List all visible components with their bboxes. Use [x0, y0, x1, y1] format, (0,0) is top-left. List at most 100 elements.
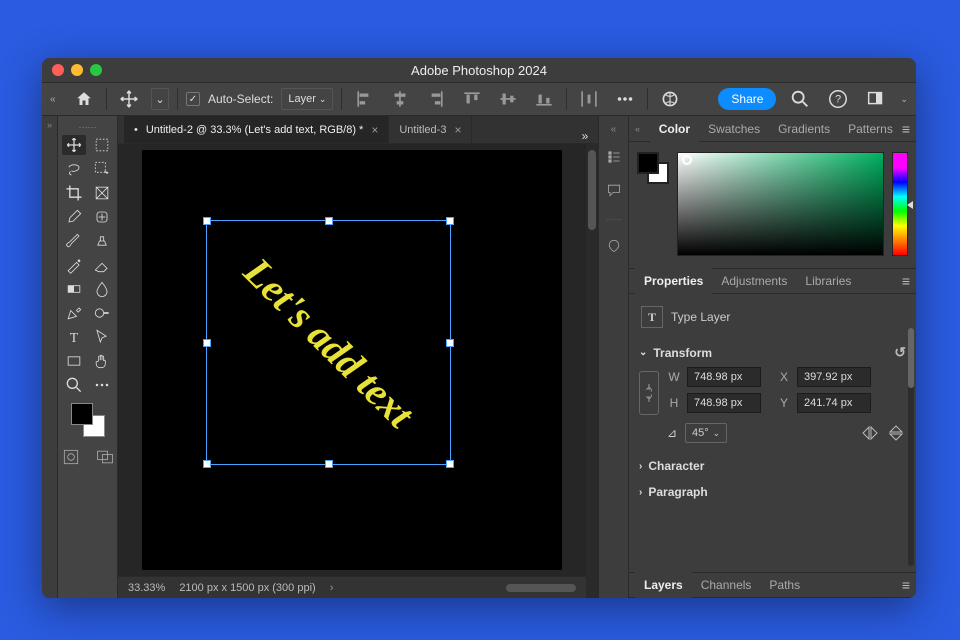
- workspace-switcher-icon[interactable]: [862, 88, 890, 110]
- edit-toolbar-icon[interactable]: [90, 375, 114, 395]
- horizontal-scrollbar[interactable]: [506, 584, 576, 592]
- color-panel: [629, 142, 916, 268]
- quick-mask-icon[interactable]: [59, 447, 83, 467]
- tab-swatches[interactable]: Swatches: [699, 116, 769, 142]
- frame-tool[interactable]: [90, 183, 114, 203]
- gradient-tool[interactable]: [62, 279, 86, 299]
- blur-tool[interactable]: [90, 279, 114, 299]
- canvas[interactable]: Let's add text: [118, 144, 586, 576]
- text-layer-content[interactable]: Let's add text: [234, 248, 423, 437]
- flip-vertical-icon[interactable]: [886, 423, 906, 443]
- distribute-spacing-icon[interactable]: [575, 88, 603, 110]
- tab-properties[interactable]: Properties: [635, 268, 712, 294]
- document-info[interactable]: 2100 px x 1500 px (300 ppi): [179, 582, 315, 594]
- align-left-edges-icon[interactable]: [350, 88, 378, 110]
- clone-stamp-tool[interactable]: [90, 231, 114, 251]
- auto-select-checkbox[interactable]: ✓: [186, 92, 200, 106]
- document-tab[interactable]: • Untitled-2 @ 33.3% (Let's add text, RG…: [124, 116, 389, 143]
- close-window-icon[interactable]: [52, 64, 64, 76]
- pen-tool[interactable]: [62, 303, 86, 323]
- tab-color[interactable]: Color: [650, 116, 699, 142]
- comments-panel-icon[interactable]: [606, 182, 622, 201]
- eyedropper-tool[interactable]: [62, 207, 86, 227]
- workspace-chevron-icon[interactable]: ⌄: [900, 94, 908, 105]
- libraries-panel-icon[interactable]: [606, 238, 622, 257]
- home-button[interactable]: [70, 88, 98, 110]
- collapse-left-icon[interactable]: «: [50, 94, 62, 105]
- share-button[interactable]: Share: [718, 88, 776, 110]
- align-vertical-centers-icon[interactable]: [494, 88, 522, 110]
- zoom-tool[interactable]: [62, 375, 86, 395]
- help-icon[interactable]: ?: [824, 88, 852, 110]
- auto-select-target-dropdown[interactable]: Layer⌄: [281, 88, 333, 110]
- dodge-tool[interactable]: [90, 303, 114, 323]
- tab-layers[interactable]: Layers: [635, 572, 692, 598]
- tab-patterns[interactable]: Patterns: [839, 116, 902, 142]
- brush-tool[interactable]: [62, 231, 86, 251]
- character-section-header[interactable]: › Character: [639, 453, 906, 479]
- width-input[interactable]: 748.98 px: [687, 367, 761, 387]
- text-tool[interactable]: T: [62, 327, 86, 347]
- reset-transform-icon[interactable]: ↺: [894, 344, 906, 361]
- align-horizontal-centers-icon[interactable]: [386, 88, 414, 110]
- path-select-tool[interactable]: [90, 327, 114, 347]
- 3d-mode-icon[interactable]: [656, 88, 684, 110]
- x-input[interactable]: 397.92 px: [797, 367, 871, 387]
- panel-collapse-icon[interactable]: «: [635, 124, 650, 134]
- tab-paths[interactable]: Paths: [760, 572, 809, 598]
- tab-overflow-icon[interactable]: »: [572, 129, 598, 143]
- align-right-edges-icon[interactable]: [422, 88, 450, 110]
- panel-menu-icon[interactable]: ≡: [902, 121, 910, 137]
- angle-input[interactable]: 45°⌄: [685, 423, 727, 443]
- history-panel-icon[interactable]: [606, 149, 622, 168]
- zoom-level[interactable]: 33.33%: [128, 582, 165, 594]
- crop-tool[interactable]: [62, 183, 86, 203]
- align-bottom-edges-icon[interactable]: [530, 88, 558, 110]
- vertical-scrollbar[interactable]: [586, 144, 598, 598]
- more-options-icon[interactable]: [611, 88, 639, 110]
- search-icon[interactable]: [786, 88, 814, 110]
- status-flyout-icon[interactable]: ›: [330, 582, 334, 594]
- properties-scrollbar[interactable]: [908, 328, 914, 566]
- marquee-tool[interactable]: [90, 135, 114, 155]
- screen-mode-icon[interactable]: [93, 447, 117, 467]
- flip-horizontal-icon[interactable]: [860, 423, 880, 443]
- close-tab-icon[interactable]: ×: [371, 123, 378, 137]
- document[interactable]: Let's add text: [142, 150, 562, 570]
- lasso-tool[interactable]: [62, 159, 86, 179]
- close-tab-icon[interactable]: ×: [454, 123, 461, 137]
- align-top-edges-icon[interactable]: [458, 88, 486, 110]
- move-tool-indicator-icon[interactable]: [115, 88, 143, 110]
- right-panels: « Color Swatches Gradients Patterns ≡: [628, 116, 916, 598]
- panel-menu-icon[interactable]: ≡: [902, 273, 910, 289]
- color-field[interactable]: [677, 152, 884, 256]
- transform-bounding-box[interactable]: Let's add text: [206, 220, 451, 465]
- panel-menu-icon[interactable]: ≡: [902, 577, 910, 593]
- quick-select-tool[interactable]: [90, 159, 114, 179]
- fg-bg-picker[interactable]: [637, 152, 669, 256]
- tab-gradients[interactable]: Gradients: [769, 116, 839, 142]
- paragraph-section-header[interactable]: › Paragraph: [639, 479, 906, 505]
- tab-adjustments[interactable]: Adjustments: [712, 268, 796, 294]
- y-input[interactable]: 241.74 px: [797, 393, 871, 413]
- move-tool[interactable]: [62, 135, 86, 155]
- titlebar: Adobe Photoshop 2024: [42, 58, 916, 82]
- link-dimensions-icon[interactable]: [639, 371, 659, 415]
- history-brush-tool[interactable]: [62, 255, 86, 275]
- hand-tool[interactable]: [90, 351, 114, 371]
- healing-brush-tool[interactable]: [90, 207, 114, 227]
- fg-bg-swatch[interactable]: [62, 403, 113, 467]
- rectangle-tool[interactable]: [62, 351, 86, 371]
- tool-preset-dropdown[interactable]: ⌄: [151, 88, 169, 110]
- layer-type-icon: T: [641, 306, 663, 328]
- zoom-window-icon[interactable]: [90, 64, 102, 76]
- dock-expand-left-icon[interactable]: »: [42, 116, 58, 598]
- height-input[interactable]: 748.98 px: [687, 393, 761, 413]
- document-tab[interactable]: Untitled-3 ×: [389, 116, 472, 143]
- transform-section-header[interactable]: ⌄ Transform ↺: [639, 338, 906, 367]
- tab-channels[interactable]: Channels: [692, 572, 761, 598]
- minimize-window-icon[interactable]: [71, 64, 83, 76]
- hue-slider[interactable]: [892, 152, 908, 256]
- eraser-tool[interactable]: [90, 255, 114, 275]
- tab-libraries[interactable]: Libraries: [796, 268, 860, 294]
